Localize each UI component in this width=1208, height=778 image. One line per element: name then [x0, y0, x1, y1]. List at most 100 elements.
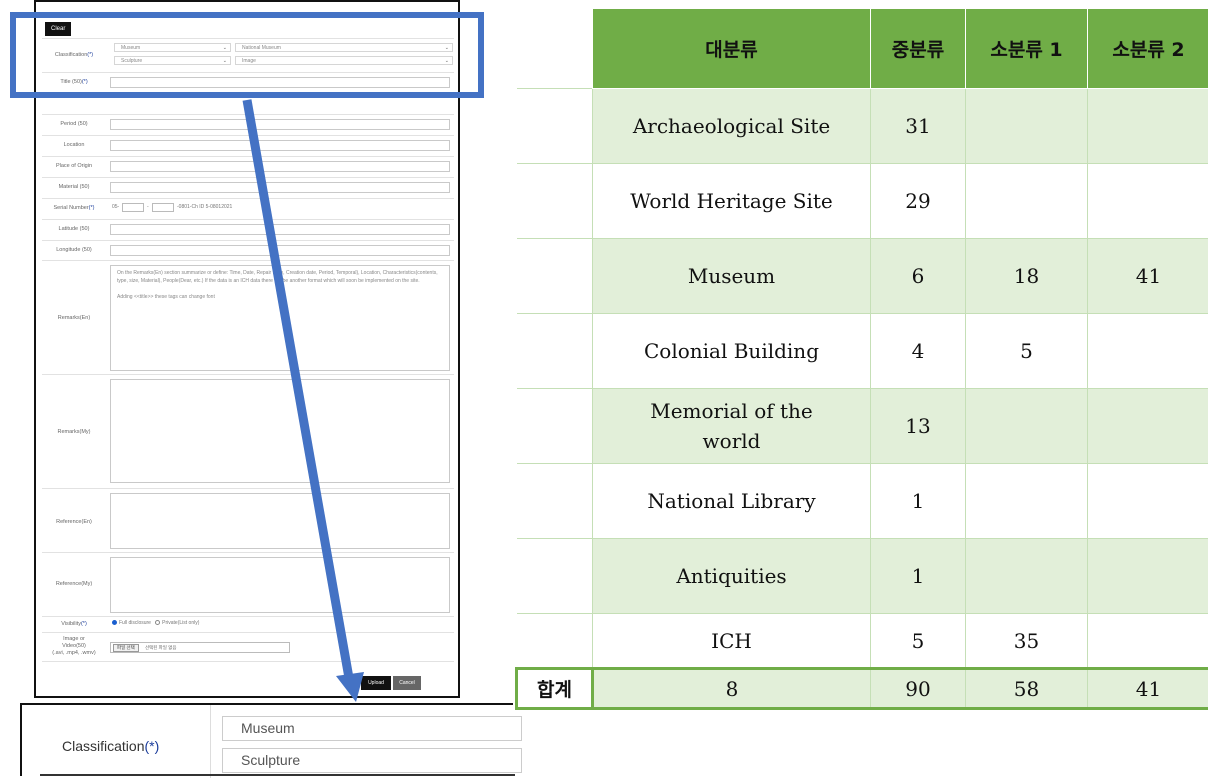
row-sub1-count — [966, 389, 1088, 464]
material-input[interactable] — [110, 182, 450, 193]
header-sub-category-2: 소분류 2 — [1088, 9, 1208, 89]
row-name: Archaeological Site — [593, 89, 871, 164]
serial-part2-input[interactable] — [152, 203, 174, 212]
place-label: Place of Origin — [42, 163, 106, 169]
latitude-label: Latitude (50) — [42, 226, 106, 232]
reference-en-textarea[interactable] — [110, 493, 450, 549]
row-mid-count: 29 — [871, 164, 966, 239]
upload-button[interactable]: Upload — [361, 676, 391, 690]
full-disclosure-radio[interactable] — [112, 620, 117, 625]
remarks-en-label: Remarks(En) — [42, 315, 106, 321]
row-side-cell — [517, 614, 593, 669]
longitude-row: Longitude (50) — [42, 240, 454, 260]
form-screenshot: Clear Classification(*) Museum⌄ National… — [34, 0, 460, 698]
row-sub1-count: 5 — [966, 314, 1088, 389]
row-mid-count: 1 — [871, 539, 966, 614]
table-total-row: 합계 8 90 58 41 — [517, 669, 1208, 709]
remarks-en-textarea[interactable]: On the Remarks(En) section summarize or … — [110, 265, 450, 371]
row-mid-count: 6 — [871, 239, 966, 314]
remarks-my-textarea[interactable] — [110, 379, 450, 483]
location-row: Location — [42, 135, 454, 155]
table-row: Memorial of the world 13 — [517, 389, 1208, 464]
row-sub2-count — [1088, 314, 1208, 389]
total-mid: 90 — [871, 669, 966, 709]
row-name: Museum — [593, 239, 871, 314]
table-row: World Heritage Site 29 — [517, 164, 1208, 239]
reference-en-label: Reference(En) — [42, 519, 106, 525]
row-name: ICH — [593, 614, 871, 669]
row-sub1-count — [966, 539, 1088, 614]
full-disclosure-label: Full disclosure — [119, 620, 151, 626]
table-row: Museum 6 18 41 — [517, 239, 1208, 314]
table-row: Antiquities 1 — [517, 539, 1208, 614]
longitude-label: Longitude (50) — [42, 247, 106, 253]
serial-label: Serial Number(*) — [42, 205, 106, 211]
row-mid-count: 4 — [871, 314, 966, 389]
choose-file-button[interactable]: 파일 선택 — [113, 644, 139, 652]
reference-my-textarea[interactable] — [110, 557, 450, 613]
row-side-cell — [517, 389, 593, 464]
place-input[interactable] — [110, 161, 450, 172]
zoom-category-select[interactable]: Museum — [222, 716, 522, 741]
zoom-panel: Classification(*) Museum Sculpture — [20, 703, 513, 776]
table-row: Colonial Building 4 5 — [517, 314, 1208, 389]
header-major-category: 대분류 — [593, 9, 871, 89]
material-label: Material (50) — [42, 184, 106, 190]
row-mid-count: 5 — [871, 614, 966, 669]
row-name: Colonial Building — [593, 314, 871, 389]
media-label: Image orVideo(50)(.avi, .mp4, .wmv) — [42, 636, 106, 657]
location-input[interactable] — [110, 140, 450, 151]
row-name: National Library — [593, 464, 871, 539]
latitude-input[interactable] — [110, 224, 450, 235]
table-row: National Library 1 — [517, 464, 1208, 539]
header-blank-cell — [517, 9, 593, 89]
period-label: Period (50) — [42, 121, 106, 127]
row-side-cell — [517, 164, 593, 239]
total-major: 8 — [593, 669, 871, 709]
private-label: Private(List only) — [162, 620, 199, 626]
remarks-en-hint: Adding <<title>> these tags can change f… — [117, 293, 443, 301]
row-mid-count: 13 — [871, 389, 966, 464]
classification-table: 대분류 중분류 소분류 1 소분류 2 Archaeological Site … — [515, 8, 1208, 710]
row-sub1-count: 18 — [966, 239, 1088, 314]
row-sub1-count: 35 — [966, 614, 1088, 669]
reference-my-label: Reference(My) — [42, 581, 106, 587]
row-sub2-count — [1088, 464, 1208, 539]
longitude-input[interactable] — [110, 245, 450, 256]
total-sub1: 58 — [966, 669, 1088, 709]
remarks-en-placeholder: On the Remarks(En) section summarize or … — [117, 269, 443, 285]
remarks-en-row: Remarks(En) On the Remarks(En) section s… — [42, 260, 454, 372]
latitude-row: Latitude (50) — [42, 219, 454, 239]
file-input[interactable]: 파일 선택 선택된 파일 없음 — [110, 642, 290, 653]
cancel-button[interactable]: Cancel — [393, 676, 421, 690]
visibility-label: Visibility(*) — [42, 621, 106, 627]
row-sub2-count — [1088, 614, 1208, 669]
row-sub2-count — [1088, 164, 1208, 239]
location-label: Location — [42, 142, 106, 148]
serial-prefix: 05- — [112, 204, 119, 210]
header-sub-category-1: 소분류 1 — [966, 9, 1088, 89]
place-row: Place of Origin — [42, 156, 454, 176]
zoom-divider — [210, 705, 211, 778]
row-sub2-count — [1088, 539, 1208, 614]
highlight-box — [10, 12, 484, 98]
zoom-type-select[interactable]: Sculpture — [222, 748, 522, 773]
header-mid-category: 중분류 — [871, 9, 966, 89]
reference-en-row: Reference(En) — [42, 488, 454, 550]
total-label: 합계 — [517, 669, 593, 709]
table-row: Archaeological Site 31 — [517, 89, 1208, 164]
row-sub1-count — [966, 164, 1088, 239]
private-radio[interactable] — [155, 620, 160, 625]
row-name: Antiquities — [593, 539, 871, 614]
period-input[interactable] — [110, 119, 450, 130]
serial-part1-input[interactable] — [122, 203, 144, 212]
row-sub1-count — [966, 464, 1088, 539]
row-sub2-count — [1088, 389, 1208, 464]
row-side-cell — [517, 314, 593, 389]
visibility-options: Full disclosure Private(List only) — [112, 620, 199, 626]
row-side-cell — [517, 239, 593, 314]
row-side-cell — [517, 89, 593, 164]
reference-my-row: Reference(My) — [42, 552, 454, 614]
table-header-row: 대분류 중분류 소분류 1 소분류 2 — [517, 9, 1208, 89]
zoom-classification-label: Classification(*) — [62, 738, 159, 754]
